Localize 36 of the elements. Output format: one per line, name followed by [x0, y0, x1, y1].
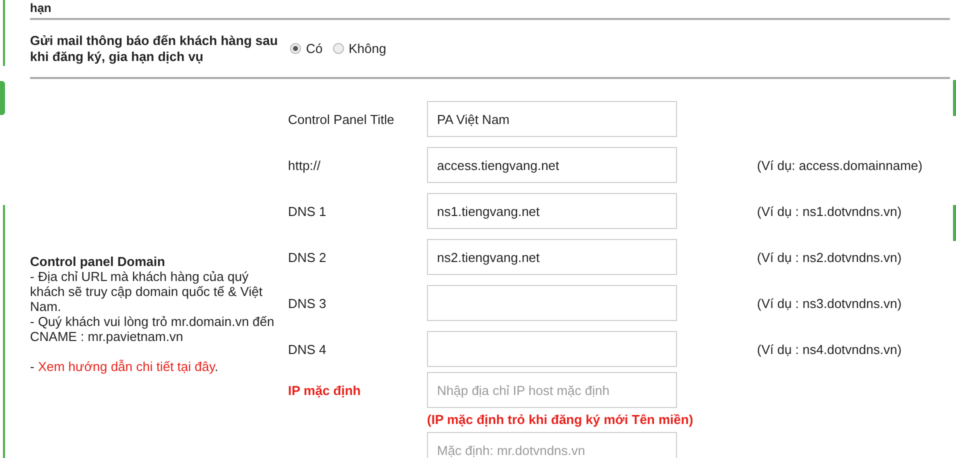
guide-text: - Xem hướng dẫn chi tiết tại đây.: [30, 359, 220, 374]
example-hint: (Ví dụ : ns4.dotvndns.vn): [757, 342, 903, 356]
example-hint: (Ví dụ : ns1.dotvndns.vn): [757, 204, 903, 218]
edge-accent: [3, 0, 5, 66]
edge-accent: [953, 80, 956, 116]
input-field[interactable]: Mặc định: mr.dotvndns.vn: [427, 432, 677, 458]
field-label: DNS 2: [288, 250, 328, 264]
field-label: DNS 3: [288, 296, 328, 310]
radio-button[interactable]: [332, 43, 344, 54]
description-text: - Địa chỉ URL mà khách hàng của quý khách sẽ truy cập domain quốc tế & Việt Nam.: [30, 269, 264, 314]
radio-label[interactable]: Có: [306, 41, 323, 56]
field-label: IP mặc định: [288, 382, 362, 398]
example-hint: (Ví dụ: access.domainname): [757, 158, 924, 172]
input-field[interactable]: ns1.tiengvang.net: [427, 193, 677, 229]
field-label: DNS 1: [288, 204, 328, 218]
input-field[interactable]: Nhập địa chỉ IP host mặc định: [427, 372, 677, 408]
input-field[interactable]: PA Việt Nam: [427, 101, 677, 137]
section-title: Control panel Domain: [30, 254, 166, 269]
description-text: - Quý khách vui lòng trỏ mr.domain.vn đến CNAME : mr.pavietnam.vn: [30, 314, 276, 344]
radio-button[interactable]: [290, 43, 301, 54]
edge-accent: [953, 205, 956, 241]
input-field[interactable]: [427, 285, 677, 321]
field-label: Control Panel Title: [288, 112, 396, 126]
edge-accent: [0, 81, 5, 115]
example-hint: (Ví dụ : ns2.dotvndns.vn): [757, 250, 903, 264]
guide-link[interactable]: Xem hướng dẫn chi tiết tại đây: [38, 359, 215, 374]
row-label: hạn: [30, 1, 52, 15]
field-note: (IP mặc định trỏ khi đăng ký mới Tên miền): [427, 412, 694, 427]
input-field[interactable]: access.tiengvang.net: [427, 147, 677, 183]
field-label: DNS 4: [288, 342, 328, 356]
row-label: Gửi mail thông báo đến khách hàng sau khi đăng ký, gia hạn dịch vụ: [30, 32, 279, 64]
input-field[interactable]: ns2.tiengvang.net: [427, 239, 677, 275]
radio-label[interactable]: Không: [348, 41, 386, 56]
example-hint: (Ví dụ : ns3.dotvndns.vn): [757, 296, 903, 310]
input-field[interactable]: [427, 331, 677, 367]
field-label: http://: [288, 158, 322, 172]
